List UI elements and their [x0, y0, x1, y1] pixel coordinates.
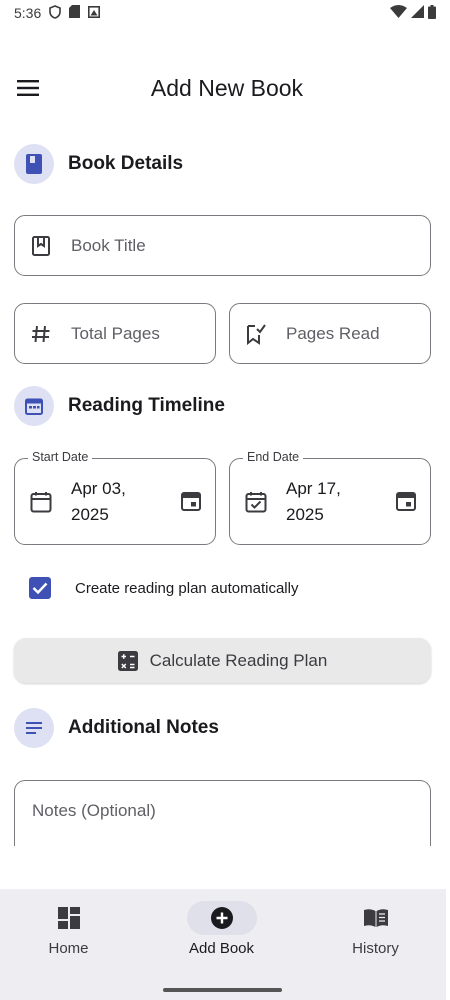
book-details-header: Book Details: [14, 144, 183, 184]
total-pages-placeholder: Total Pages: [71, 323, 160, 343]
gesture-handle: [163, 988, 282, 992]
nav-pill-add-book: [186, 901, 257, 935]
nav-pill-home: [34, 901, 104, 935]
nav-label-add-book: Add Book: [188, 940, 255, 957]
notes-icon: [14, 708, 54, 748]
battery-icon: [428, 4, 436, 22]
pages-read-placeholder: Pages Read: [286, 323, 380, 343]
nav-label-history: History: [352, 940, 399, 957]
book-title-input[interactable]: Book Title: [14, 215, 431, 276]
nav-pill-history: [341, 901, 411, 935]
end-date-field[interactable]: End Date Apr 17, 2025: [229, 450, 431, 545]
notes-input[interactable]: Notes (Optional): [14, 780, 431, 846]
section-title-reading-timeline: Reading Timeline: [68, 395, 225, 416]
auto-plan-checkbox[interactable]: [29, 577, 51, 599]
signal-icon: [411, 5, 424, 21]
section-title-book-details: Book Details: [68, 153, 184, 174]
nav-item-add-book[interactable]: Add Book: [147, 889, 296, 979]
nav-label-home: Home: [48, 940, 89, 957]
page-title: Add New Book: [150, 74, 304, 101]
bookmark-icon: [29, 234, 53, 258]
start-date-picker-icon[interactable]: [179, 489, 203, 513]
notes-placeholder: Notes (Optional): [32, 801, 156, 820]
end-date-picker-icon[interactable]: [394, 489, 418, 513]
start-date-field[interactable]: Start Date Apr 03, 2025: [14, 450, 216, 545]
end-date-value: Apr 17, 2025: [286, 478, 341, 524]
status-time: 5:36: [14, 5, 42, 21]
reading-timeline-header: Reading Timeline: [14, 386, 225, 426]
total-pages-input[interactable]: Total Pages: [14, 303, 216, 364]
status-right: [390, 4, 436, 22]
status-left: 5:36: [14, 4, 101, 22]
calculate-plan-label: Calculate Reading Plan: [149, 650, 328, 670]
book-open-icon: [363, 909, 388, 927]
dashboard-icon: [57, 907, 80, 929]
image-status-icon: [88, 5, 101, 21]
pages-read-input[interactable]: Pages Read: [229, 303, 431, 364]
nav-item-history[interactable]: History: [301, 889, 450, 979]
status-bar: 5:36: [0, 0, 450, 26]
bookmark-check-icon: [244, 322, 268, 346]
app-bar: Add New Book: [0, 62, 450, 114]
auto-plan-label: Create reading plan automatically: [75, 579, 299, 597]
bottom-navigation: Home Add Book History: [0, 889, 446, 1000]
hash-icon: [29, 322, 53, 346]
check-icon: [32, 582, 48, 594]
shield-status-icon: [49, 4, 62, 22]
book-icon: [14, 144, 54, 184]
nav-item-home[interactable]: Home: [0, 889, 143, 979]
sd-card-status-icon: [69, 5, 81, 21]
calculator-icon: [117, 650, 138, 671]
wifi-icon: [390, 5, 407, 21]
auto-plan-checkbox-row[interactable]: Create reading plan automatically: [29, 577, 298, 599]
end-date-label: End Date: [243, 450, 304, 464]
calculate-plan-button[interactable]: Calculate Reading Plan: [14, 638, 431, 683]
calendar-outline-icon: [29, 490, 53, 514]
book-title-placeholder: Book Title: [71, 235, 146, 255]
menu-button[interactable]: [14, 76, 42, 100]
calendar-check-icon: [244, 490, 268, 514]
section-title-additional-notes: Additional Notes: [68, 717, 219, 738]
start-date-label: Start Date: [28, 450, 93, 464]
menu-icon: [17, 80, 39, 96]
add-circle-icon: [210, 907, 233, 929]
start-date-value: Apr 03, 2025: [71, 478, 126, 524]
calendar-icon: [14, 386, 54, 426]
additional-notes-header: Additional Notes: [14, 708, 219, 748]
